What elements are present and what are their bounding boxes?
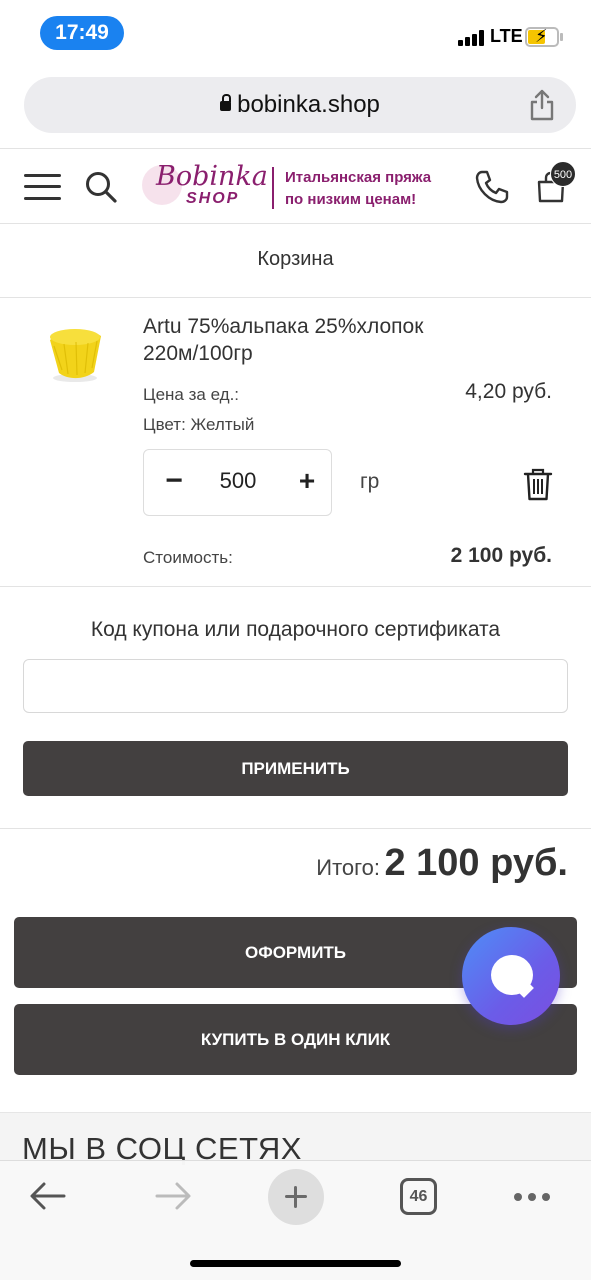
logo-subtext: SHOP: [186, 190, 240, 207]
phone-icon[interactable]: [474, 169, 510, 205]
battery-icon: ⚡: [525, 26, 559, 47]
unit-price-value: 4,20 руб.: [465, 380, 552, 403]
color-label: Цвет: Желтый: [143, 415, 255, 434]
back-arrow-icon[interactable]: [29, 1179, 67, 1213]
decrease-quantity-button[interactable]: −: [156, 464, 192, 500]
quantity-stepper: − 500 +: [143, 449, 332, 516]
new-tab-button[interactable]: [268, 1169, 324, 1225]
order-total: Итого: 2 100 руб.: [316, 842, 568, 885]
tagline: Итальянская пряжа по низким ценам!: [285, 169, 432, 208]
share-icon[interactable]: [528, 89, 556, 121]
search-icon[interactable]: [84, 170, 118, 204]
signal-icon: [458, 30, 484, 46]
site-header: Bobinka SHOP Итальянская пряжа по низким…: [0, 148, 591, 224]
network-label: LTE: [490, 26, 523, 46]
coupon-label: Код купона или подарочного сертификата: [90, 618, 501, 641]
coupon-input[interactable]: [23, 659, 568, 713]
status-time: 17:49: [40, 16, 124, 50]
status-bar: 17:49 LTE ⚡: [0, 0, 591, 66]
product-image[interactable]: [44, 318, 106, 384]
increase-quantity-button[interactable]: +: [289, 464, 325, 500]
total-value: 2 100 руб.: [384, 842, 568, 884]
logo-text: Bobinka: [156, 161, 268, 192]
cost-label: Стоимость:: [143, 548, 233, 567]
product-name[interactable]: Artu 75%альпака 25%хлопок 220м/100гр: [143, 313, 473, 367]
cart-count-badge: 500: [550, 161, 576, 187]
chat-button[interactable]: [462, 927, 560, 1025]
apply-coupon-button[interactable]: ПРИМЕНИТЬ: [23, 741, 568, 796]
chat-icon: [491, 955, 533, 995]
tabs-count-button[interactable]: 46: [400, 1178, 437, 1215]
menu-icon[interactable]: [24, 173, 62, 201]
lock-icon: [220, 94, 232, 111]
unit-price-label: Цена за ед.:: [143, 385, 240, 404]
home-indicator: [190, 1260, 401, 1267]
address-bar[interactable]: bobinka.shop: [24, 77, 576, 133]
more-options-icon[interactable]: [514, 1193, 550, 1201]
site-logo[interactable]: Bobinka SHOP: [142, 161, 272, 211]
quantity-value[interactable]: 500: [198, 468, 278, 494]
page-title: Корзина: [257, 248, 334, 270]
cost-value: 2 100 руб.: [450, 544, 552, 567]
url-text: bobinka.shop: [237, 91, 380, 118]
trash-icon[interactable]: [523, 467, 553, 501]
forward-arrow-icon[interactable]: [154, 1179, 192, 1213]
total-label: Итого:: [316, 855, 381, 880]
quantity-unit: гр: [360, 470, 380, 493]
